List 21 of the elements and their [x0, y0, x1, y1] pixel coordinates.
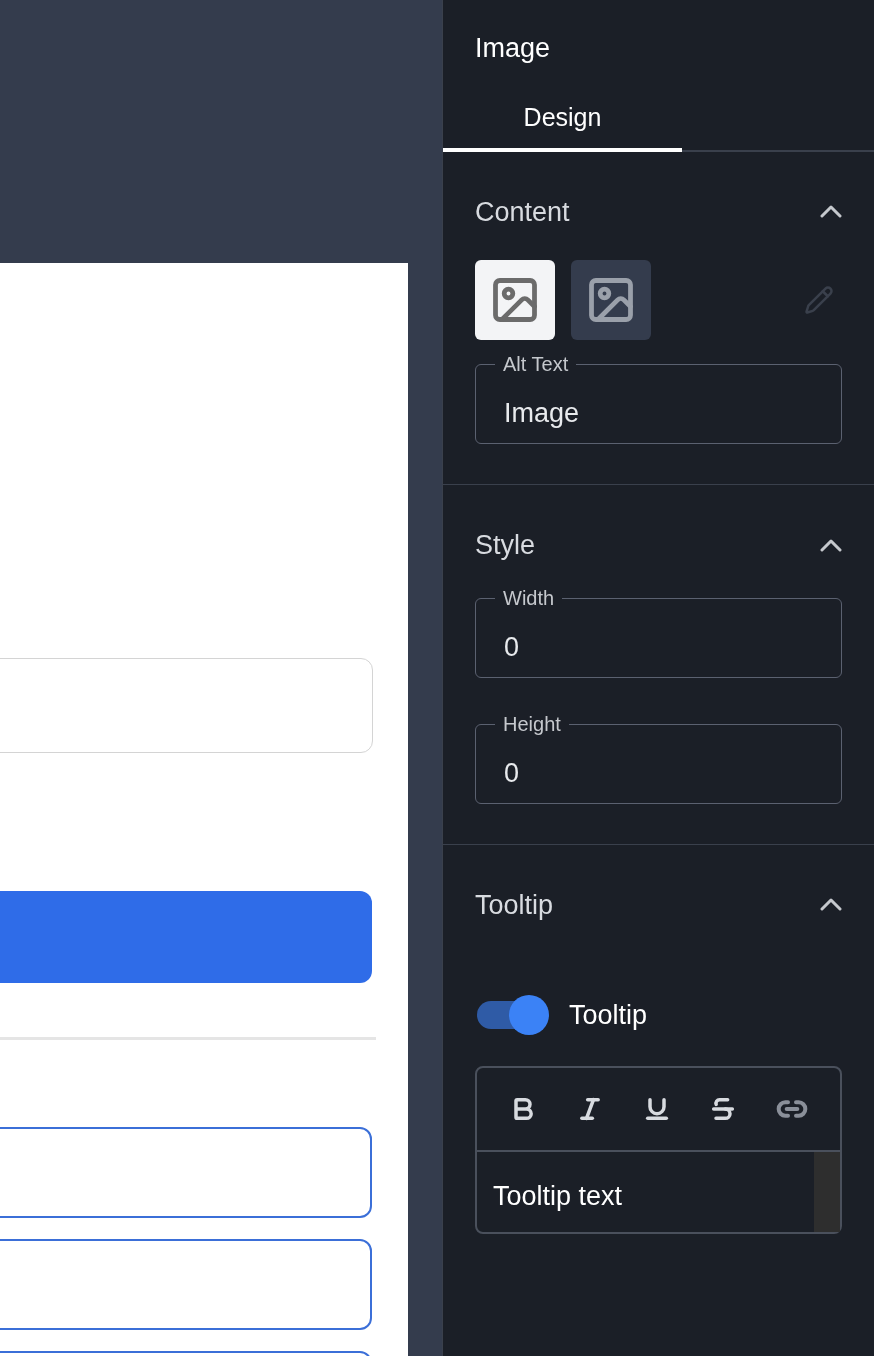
field-value: 0 [504, 633, 520, 661]
toggle-label: Tooltip [569, 999, 648, 1032]
field-value: Image [504, 400, 580, 427]
editor-text[interactable]: Tooltip text [477, 1151, 814, 1232]
panel-title: Image [475, 33, 551, 63]
toggle-switch[interactable] [475, 995, 549, 1036]
chevron-icon [820, 538, 842, 552]
section-heading: Content [475, 195, 570, 229]
tab[interactable]: Design [443, 88, 682, 152]
collapse-button[interactable] [820, 205, 842, 219]
section-heading: Tooltip [475, 888, 554, 922]
chevron-icon [820, 898, 842, 912]
collapse-button[interactable] [820, 538, 842, 552]
field-value: 0 [504, 759, 520, 787]
pencil-icon [804, 285, 834, 315]
image-option[interactable] [571, 260, 651, 340]
chevron-icon [820, 205, 842, 219]
section-heading: Style [475, 529, 536, 562]
collapse-button[interactable] [820, 898, 842, 912]
scrollbar[interactable] [814, 1151, 840, 1232]
image-option[interactable] [475, 260, 555, 340]
